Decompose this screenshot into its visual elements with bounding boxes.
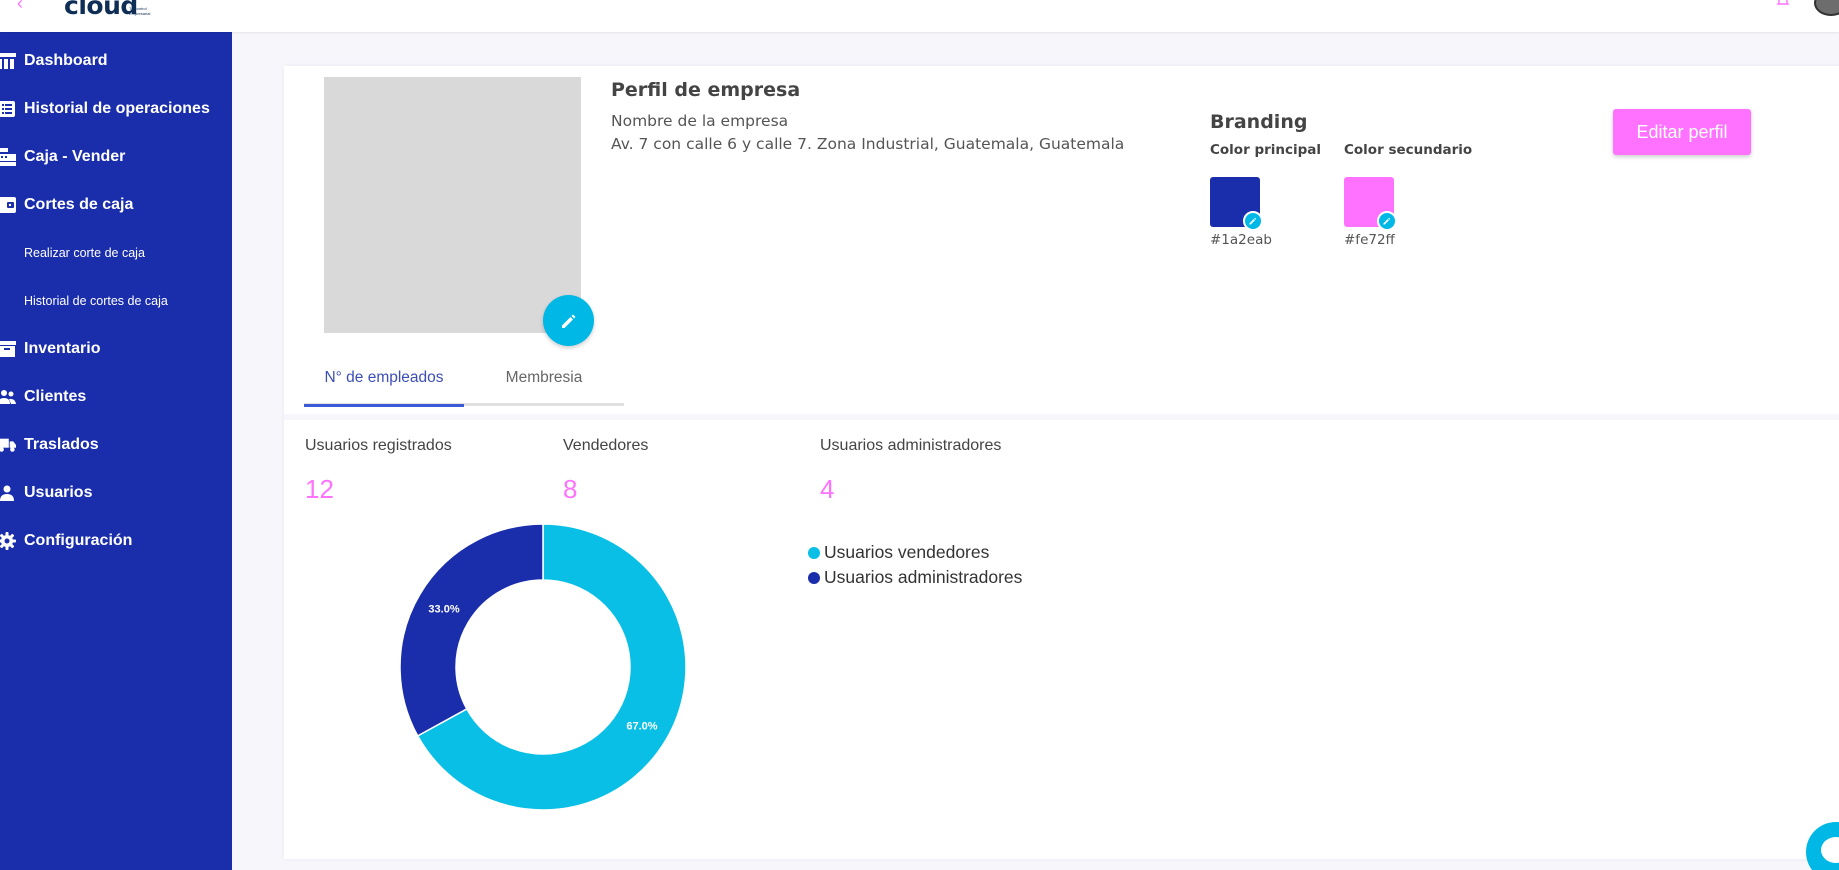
sidebar-item-inventario[interactable]: Inventario [0, 337, 100, 361]
bell-icon[interactable] [1776, 0, 1790, 8]
pencil-icon [1383, 217, 1391, 225]
chart-legend: Usuarios vendedores Usuarios administrad… [808, 540, 1022, 590]
dashboard-icon [0, 52, 16, 70]
stat-value-vendedores: 8 [563, 474, 578, 504]
edit-secondary-color-button[interactable] [1377, 211, 1397, 231]
branding-title: Branding [1210, 111, 1308, 133]
stat-label-administradores: Usuarios administradores [820, 437, 1002, 454]
sidebar-item-historial[interactable]: Historial de operaciones [0, 97, 210, 121]
section-divider [284, 414, 1839, 420]
sidebar-item-label: Dashboard [24, 52, 108, 69]
edit-primary-color-button[interactable] [1243, 211, 1263, 231]
logo-tagline: Tu control Empresarial [129, 6, 151, 16]
sidebar-item-cortes-de-caja[interactable]: Cortes de caja [0, 193, 133, 217]
pencil-icon [561, 314, 575, 328]
users-donut-chart: 67.0% 33.0% [400, 524, 686, 810]
app-logo[interactable]: cloud Tu control Empresarial [64, 0, 164, 22]
sidebar-item-traslados[interactable]: Traslados [0, 433, 99, 457]
pencil-icon [1249, 217, 1257, 225]
tab-membresia[interactable]: Membresia [464, 364, 624, 406]
legend-item-administradores[interactable]: Usuarios administradores [808, 565, 1022, 590]
sidebar: Dashboard Historial de operaciones Caja … [0, 32, 232, 870]
sidebar-item-label: Caja - Vender [24, 148, 126, 165]
sidebar-subitem-realizar-corte[interactable]: Realizar corte de caja [24, 243, 145, 263]
top-bar: ‹ cloud Tu control Empresarial [0, 0, 1839, 32]
sidebar-item-caja-vender[interactable]: Caja - Vender [0, 145, 125, 169]
truck-icon [0, 436, 16, 454]
person-icon [0, 484, 16, 502]
legend-item-vendedores[interactable]: Usuarios vendedores [808, 540, 1022, 565]
archive-icon [0, 340, 16, 358]
stat-label-vendedores: Vendedores [563, 437, 649, 454]
stat-value-administradores: 4 [820, 474, 835, 504]
sidebar-item-label: Inventario [24, 340, 101, 357]
donut-slice-1[interactable] [400, 524, 544, 737]
primary-color-hex: #1a2eab [1210, 232, 1272, 248]
donut-data-label-0: 67.0% [626, 721, 657, 733]
cash-register-icon [0, 148, 16, 166]
sidebar-item-clientes[interactable]: Clientes [0, 385, 86, 409]
company-name: Nombre de la empresa [611, 112, 789, 130]
profile-title: Perfil de empresa [611, 79, 801, 101]
list-icon [0, 100, 16, 118]
tab-active-indicator [304, 404, 464, 407]
company-address: Av. 7 con calle 6 y calle 7. Zona Indust… [611, 135, 1125, 153]
stat-label-registrados: Usuarios registrados [305, 437, 452, 454]
tab-empleados[interactable]: N° de empleados [304, 364, 464, 406]
company-photo [324, 77, 581, 333]
legend-marker [808, 546, 820, 559]
tab-bar: N° de empleados Membresia [304, 364, 624, 407]
sidebar-item-dashboard[interactable]: Dashboard [0, 49, 108, 73]
sidebar-item-usuarios[interactable]: Usuarios [0, 481, 92, 505]
sidebar-item-label: Cortes de caja [24, 196, 134, 213]
sidebar-item-label: Usuarios [24, 484, 93, 501]
sidebar-item-label: Configuración [24, 532, 133, 549]
chat-bubble-icon [1821, 837, 1839, 863]
legend-marker [808, 571, 820, 584]
donut-data-label-1: 33.0% [428, 603, 459, 615]
back-arrow-icon[interactable]: ‹ [17, 0, 23, 12]
sidebar-item-label: Clientes [24, 388, 87, 405]
wallet-icon [0, 196, 16, 214]
gear-icon [0, 532, 16, 550]
sidebar-item-label: Traslados [24, 436, 99, 453]
primary-color-label: Color principal [1210, 142, 1322, 158]
sidebar-subitem-historial-cortes[interactable]: Historial de cortes de caja [24, 291, 168, 311]
sidebar-item-label: Historial de operaciones [24, 100, 210, 117]
secondary-color-label: Color secundario [1344, 142, 1473, 158]
edit-photo-button[interactable] [543, 295, 594, 346]
avatar[interactable] [1814, 0, 1839, 16]
logo-text: cloud [64, 0, 138, 20]
legend-label: Usuarios administradores [824, 567, 1023, 587]
edit-profile-button[interactable]: Editar perfil [1613, 109, 1751, 155]
stat-value-registrados: 12 [305, 474, 334, 504]
sidebar-item-configuracion[interactable]: Configuración [0, 529, 132, 553]
people-icon [0, 388, 16, 406]
legend-label: Usuarios vendedores [824, 542, 990, 562]
secondary-color-hex: #fe72ff [1344, 232, 1395, 248]
